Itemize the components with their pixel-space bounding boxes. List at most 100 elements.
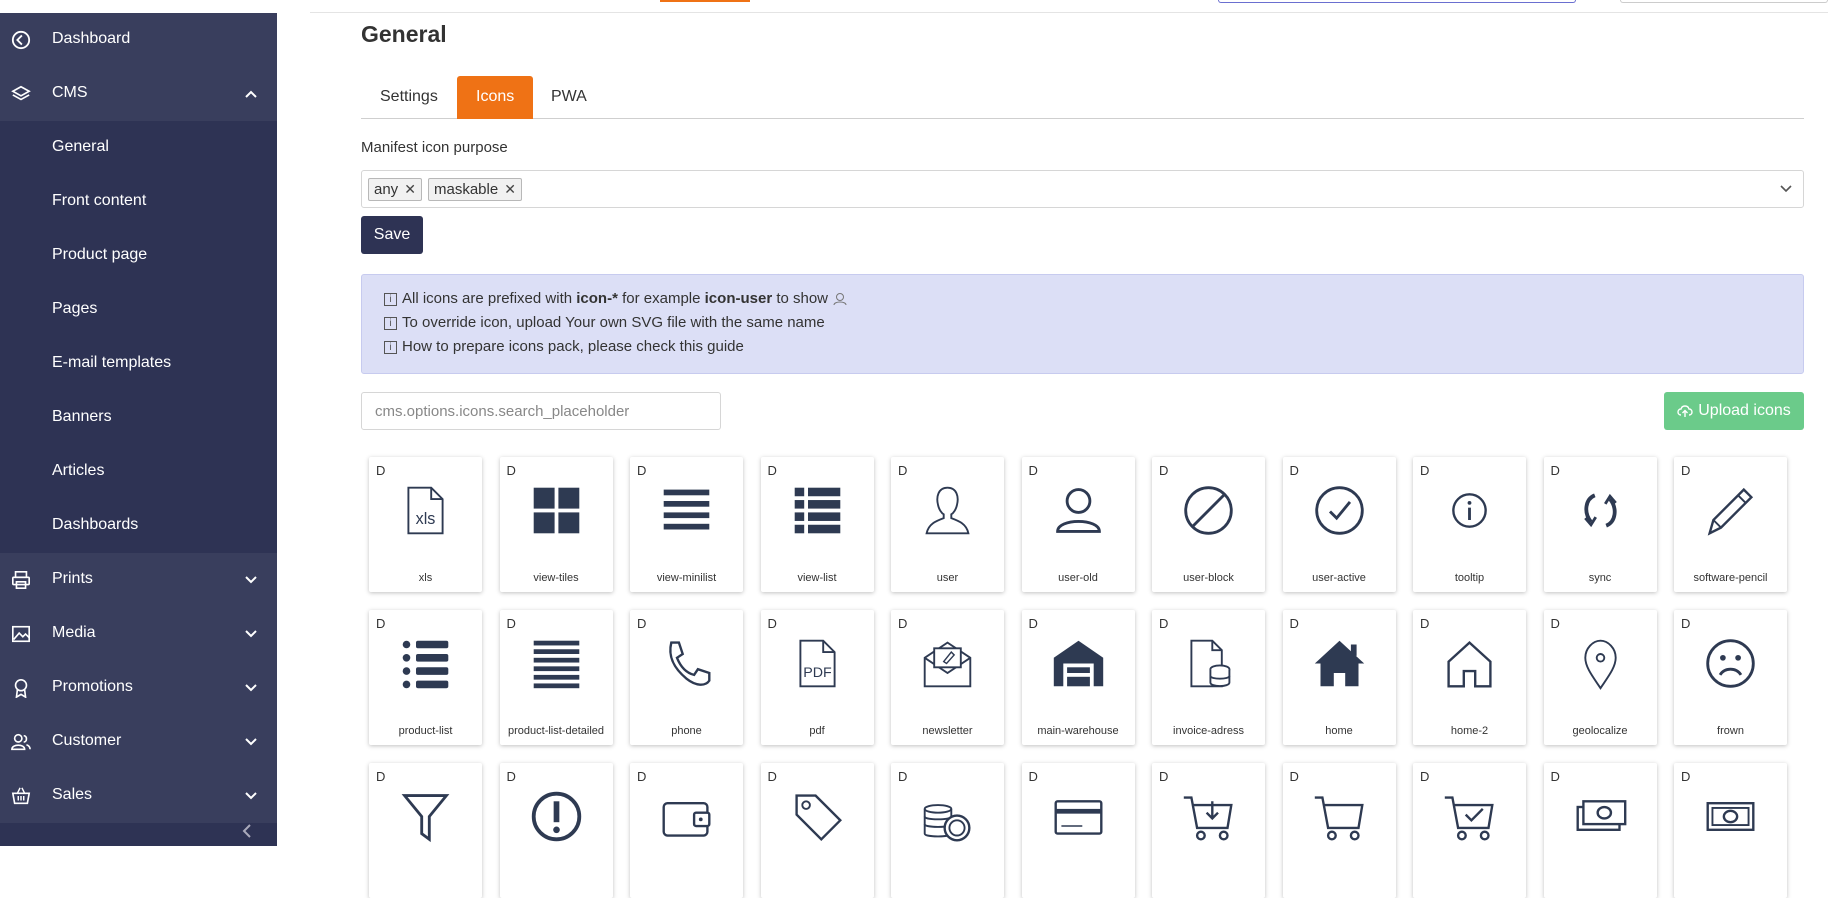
icon-card[interactable]: Dxls xls	[369, 457, 482, 592]
icon-card[interactable]: D	[1674, 763, 1787, 898]
svg-text:PDF: PDF	[803, 665, 832, 681]
icon-card[interactable]: Dphone	[630, 610, 743, 745]
chevron-down-icon	[245, 792, 257, 800]
icon-card-badge: D	[376, 769, 386, 784]
sidebar: Dashboard CMS General Front content Prod…	[0, 0, 277, 846]
icon-card[interactable]: Dview-list	[760, 457, 874, 592]
icon-card-name: software-pencil	[1693, 572, 1768, 584]
icon-card[interactable]: D	[760, 763, 874, 898]
icon-card-badge: D	[637, 463, 647, 478]
cash-icon	[1576, 800, 1626, 831]
sidebar-item-customer[interactable]: Customer	[0, 715, 277, 769]
sidebar-item-product-page[interactable]: Product page	[0, 229, 277, 283]
icon-card[interactable]: Dmain-warehouse	[1021, 610, 1135, 745]
upload-icons-button[interactable]: Upload icons	[1664, 392, 1804, 430]
remove-chip-icon[interactable]: ✕	[504, 181, 516, 198]
icon-card[interactable]: Duser-old	[1021, 457, 1135, 592]
icon-card-name: home-2	[1450, 725, 1489, 737]
icon-card-badge: D	[1159, 616, 1169, 631]
topbar-field[interactable]	[1218, 0, 1576, 3]
sidebar-item-general[interactable]: General	[0, 121, 277, 175]
icon-card-name: pdf	[809, 725, 825, 737]
icon-card[interactable]: D	[1413, 763, 1526, 898]
sidebar-item-label: Articles	[52, 462, 105, 479]
sidebar-item-banners[interactable]: Banners	[0, 391, 277, 445]
icon-card[interactable]: Dview-minilist	[630, 457, 743, 592]
manifest-icon-purpose-select[interactable]: any ✕ maskable ✕	[361, 170, 1804, 208]
user-icon	[925, 486, 970, 535]
icon-card[interactable]: D	[1152, 763, 1265, 898]
sidebar-item-pages[interactable]: Pages	[0, 283, 277, 337]
icon-card[interactable]: Duser-active	[1282, 457, 1396, 592]
sidebar-item-dashboard[interactable]: Dashboard	[0, 13, 277, 67]
layers-icon	[11, 85, 31, 101]
sidebar-item-prints[interactable]: Prints	[0, 553, 277, 607]
sidebar-item-dashboards[interactable]: Dashboards	[0, 499, 277, 553]
save-button[interactable]: Save	[361, 216, 423, 254]
icon-card-badge: D	[1420, 463, 1430, 478]
icon-card[interactable]: Dhome-2	[1413, 610, 1526, 745]
view-list-icon	[794, 487, 840, 534]
sidebar-item-articles[interactable]: Articles	[0, 445, 277, 499]
icon-card[interactable]: Duser	[891, 457, 1004, 592]
icon-card-name: xls	[418, 572, 433, 584]
sidebar-item-promotions[interactable]: Promotions	[0, 661, 277, 715]
icon-search-input[interactable]	[361, 392, 721, 430]
icon-card-badge: D	[1159, 463, 1169, 478]
tab-pwa[interactable]: PWA	[551, 88, 587, 106]
info-text: All icons are prefixed with	[402, 290, 577, 307]
icon-card[interactable]: D	[1282, 763, 1396, 898]
cart-down-icon	[1183, 796, 1233, 841]
sidebar-item-front-content[interactable]: Front content	[0, 175, 277, 229]
main-warehouse-icon	[1053, 640, 1103, 687]
tab-settings[interactable]: Settings	[380, 88, 438, 106]
icon-card[interactable]: D	[1543, 763, 1657, 898]
info-guide-link[interactable]: How to prepare icons pack, please check …	[402, 335, 744, 359]
remove-chip-icon[interactable]: ✕	[404, 181, 416, 198]
icon-card-name: tooltip	[1454, 572, 1485, 584]
view-tiles-icon	[533, 487, 579, 534]
icon-card[interactable]: Dproduct-list	[369, 610, 482, 745]
sidebar-item-sales[interactable]: Sales	[0, 769, 277, 823]
icon-card[interactable]: Dgeolocalize	[1543, 610, 1657, 745]
icon-card[interactable]: D	[891, 763, 1004, 898]
chevron-down-icon[interactable]	[1779, 183, 1793, 195]
tab-icons[interactable]: Icons	[457, 76, 534, 119]
icon-card[interactable]: Dnewsletter	[891, 610, 1004, 745]
icon-card[interactable]: Dfrown	[1674, 610, 1787, 745]
icon-card[interactable]: D	[499, 763, 613, 898]
upload-icons-label: Upload icons	[1698, 402, 1791, 419]
icon-card[interactable]: Dhome	[1282, 610, 1396, 745]
icon-card[interactable]: Dtooltip	[1413, 457, 1526, 592]
icon-card-badge: D	[1420, 769, 1430, 784]
sidebar-item-media[interactable]: Media	[0, 607, 277, 661]
topbar-field-2[interactable]	[1620, 0, 1828, 3]
icon-card-name: frown	[1717, 725, 1744, 737]
icon-card[interactable]: D	[1021, 763, 1135, 898]
icon-card[interactable]: Dsoftware-pencil	[1674, 457, 1787, 592]
icon-card[interactable]: Duser-block	[1152, 457, 1265, 592]
icon-card[interactable]: D	[369, 763, 482, 898]
icon-card-name: home	[1325, 725, 1353, 737]
icon-card-badge: D	[1681, 769, 1691, 784]
icon-card[interactable]: D	[630, 763, 743, 898]
icon-card[interactable]: D PDF pdf	[760, 610, 874, 745]
dashboard-icon	[11, 30, 31, 50]
cash-2-icon	[1706, 802, 1755, 831]
icon-card[interactable]: Dproduct-list-detailed	[499, 610, 613, 745]
info-line: i How to prepare icons pack, please chec…	[384, 335, 1781, 359]
icon-card-badge: D	[506, 616, 516, 631]
view-minilist-icon	[663, 489, 710, 530]
icon-card-badge: D	[1550, 769, 1560, 784]
icon-card-name: invoice-adress	[1173, 725, 1244, 737]
software-pencil-icon	[1707, 487, 1754, 536]
sidebar-item-email-templates[interactable]: E-mail templates	[0, 337, 277, 391]
icon-card[interactable]: Dsync	[1543, 457, 1657, 592]
pdf-icon: PDF	[798, 639, 836, 688]
icon-card[interactable]: Dinvoice-adress	[1152, 610, 1265, 745]
icon-card[interactable]: Dview-tiles	[499, 457, 613, 592]
icon-card-badge: D	[376, 616, 386, 631]
sidebar-item-cms[interactable]: CMS	[0, 67, 277, 121]
collapse-sidebar-icon[interactable]	[238, 822, 256, 840]
icon-card-name: view-minilist	[656, 572, 717, 584]
